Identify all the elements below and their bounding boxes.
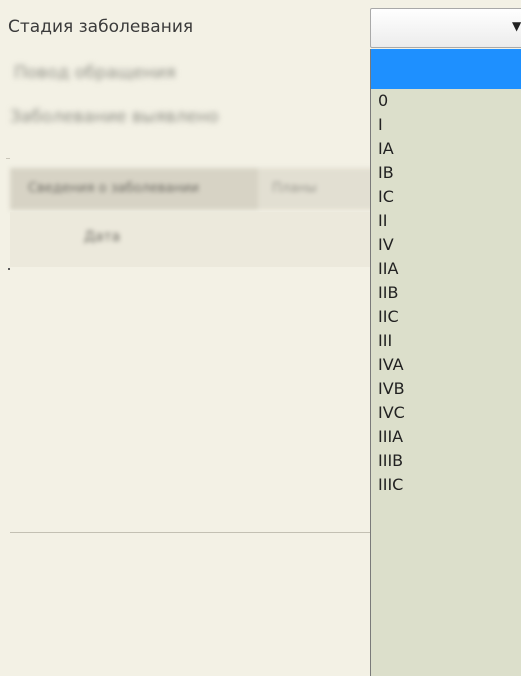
dropdown-option-selected[interactable] [371,49,521,89]
tab-plans[interactable]: Планы [272,181,317,196]
dropdown-option[interactable]: IVB [371,377,521,401]
disease-detected-label: Заболевание выявлено [10,107,219,127]
dropdown-option[interactable]: IIC [371,305,521,329]
stage-dropdown-list[interactable]: 0 I IA IB IC II IV IIA IIB IIC III IVA IVB IVC IIIA III… [370,49,521,676]
divider-fragment [6,158,10,159]
visit-reason-label: Повод обращения [14,63,176,83]
dropdown-option[interactable]: 0 [371,89,521,113]
dropdown-option[interactable]: IVC [371,401,521,425]
stage-select[interactable]: ▼ [370,8,521,48]
stage-field-label: Стадия заболевания [8,17,194,37]
dropdown-option[interactable]: IIIA [371,425,521,449]
dropdown-option[interactable]: IIB [371,281,521,305]
date-column-header: Дата [84,229,121,245]
dropdown-option[interactable]: IA [371,137,521,161]
dropdown-option[interactable]: IV [371,233,521,257]
tab-disease-info[interactable]: Сведения о заболевании [10,168,258,210]
dropdown-option[interactable]: I [371,113,521,137]
table-header: Дата [10,212,380,267]
dropdown-option[interactable]: IIIB [371,449,521,473]
dropdown-arrow-icon[interactable]: ▼ [512,19,521,33]
dropdown-option[interactable]: II [371,209,521,233]
table-corner-mark [8,268,10,270]
dropdown-option[interactable]: IIA [371,257,521,281]
tab-bar: Сведения о заболевании Планы [10,168,380,210]
section-divider [10,532,372,533]
dropdown-option[interactable]: IB [371,161,521,185]
dropdown-option[interactable]: IVA [371,353,521,377]
tab-disease-info-label: Сведения о заболевании [28,181,199,196]
dropdown-option[interactable]: III [371,329,521,353]
dropdown-option[interactable]: IC [371,185,521,209]
dropdown-option[interactable]: IIIC [371,473,521,497]
